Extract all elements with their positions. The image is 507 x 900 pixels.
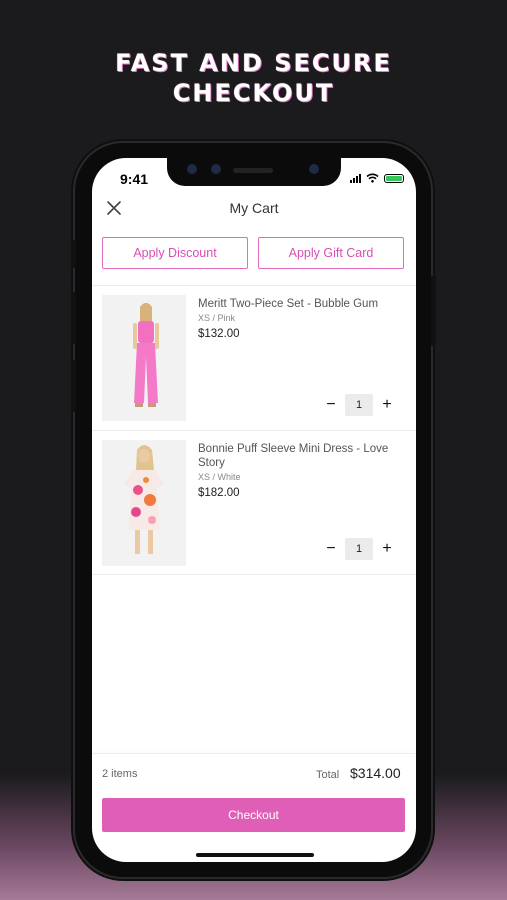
quantity-decrease-button[interactable]: − [324, 397, 338, 413]
total-label: Total [316, 769, 340, 781]
divider [92, 285, 416, 286]
quantity-value[interactable]: 1 [345, 538, 373, 560]
cart-header: My Cart [92, 198, 416, 226]
product-photo-pink-set [102, 295, 186, 421]
items-count: 2 items [102, 768, 138, 780]
divider [92, 430, 416, 431]
product-image[interactable] [102, 295, 186, 421]
speaker-grille [233, 168, 273, 173]
phone-screen: 9:41 My Cart Apply Discount Apply Gift C… [92, 158, 416, 862]
product-image[interactable] [102, 440, 186, 566]
summary-divider [92, 753, 416, 754]
phone-notch [167, 158, 341, 186]
quantity-decrease-button[interactable]: − [324, 541, 338, 557]
item-name[interactable]: Meritt Two-Piece Set - Bubble Gum [198, 297, 398, 311]
apply-gift-card-button[interactable]: Apply Gift Card [258, 237, 404, 269]
quantity-increase-button[interactable]: + [380, 541, 394, 557]
divider [92, 574, 416, 575]
item-name[interactable]: Bonnie Puff Sleeve Mini Dress - Love Sto… [198, 442, 398, 470]
wifi-icon [366, 173, 379, 183]
item-variant: XS / White [198, 472, 241, 482]
item-price: $132.00 [198, 328, 240, 340]
camera-icon [187, 164, 197, 174]
sensor-icon [211, 164, 221, 174]
quantity-increase-button[interactable]: + [380, 397, 394, 413]
page-title: My Cart [229, 200, 279, 216]
phone-button-mute [71, 240, 76, 268]
quantity-value[interactable]: 1 [345, 394, 373, 416]
apply-discount-button[interactable]: Apply Discount [102, 237, 248, 269]
phone-button-power [431, 276, 436, 346]
promo-line-1: FAST AND SECURE [115, 49, 392, 77]
front-camera-icon [309, 164, 319, 174]
status-icons [350, 173, 404, 183]
checkout-button[interactable]: Checkout [102, 798, 405, 832]
home-indicator[interactable] [196, 853, 314, 857]
item-variant: XS / Pink [198, 313, 236, 323]
promo-line-2: CHECKOUT [172, 79, 335, 107]
total-value: $314.00 [350, 765, 401, 781]
status-time: 9:41 [120, 171, 149, 187]
phone-button-volume-down [71, 360, 76, 412]
battery-icon [384, 173, 404, 183]
product-photo-floral-dress [102, 440, 186, 566]
item-price: $182.00 [198, 487, 240, 499]
signal-icon [350, 173, 361, 183]
promo-headline: FAST AND SECURE CHECKOUT [0, 48, 507, 108]
phone-button-volume-up [71, 292, 76, 344]
